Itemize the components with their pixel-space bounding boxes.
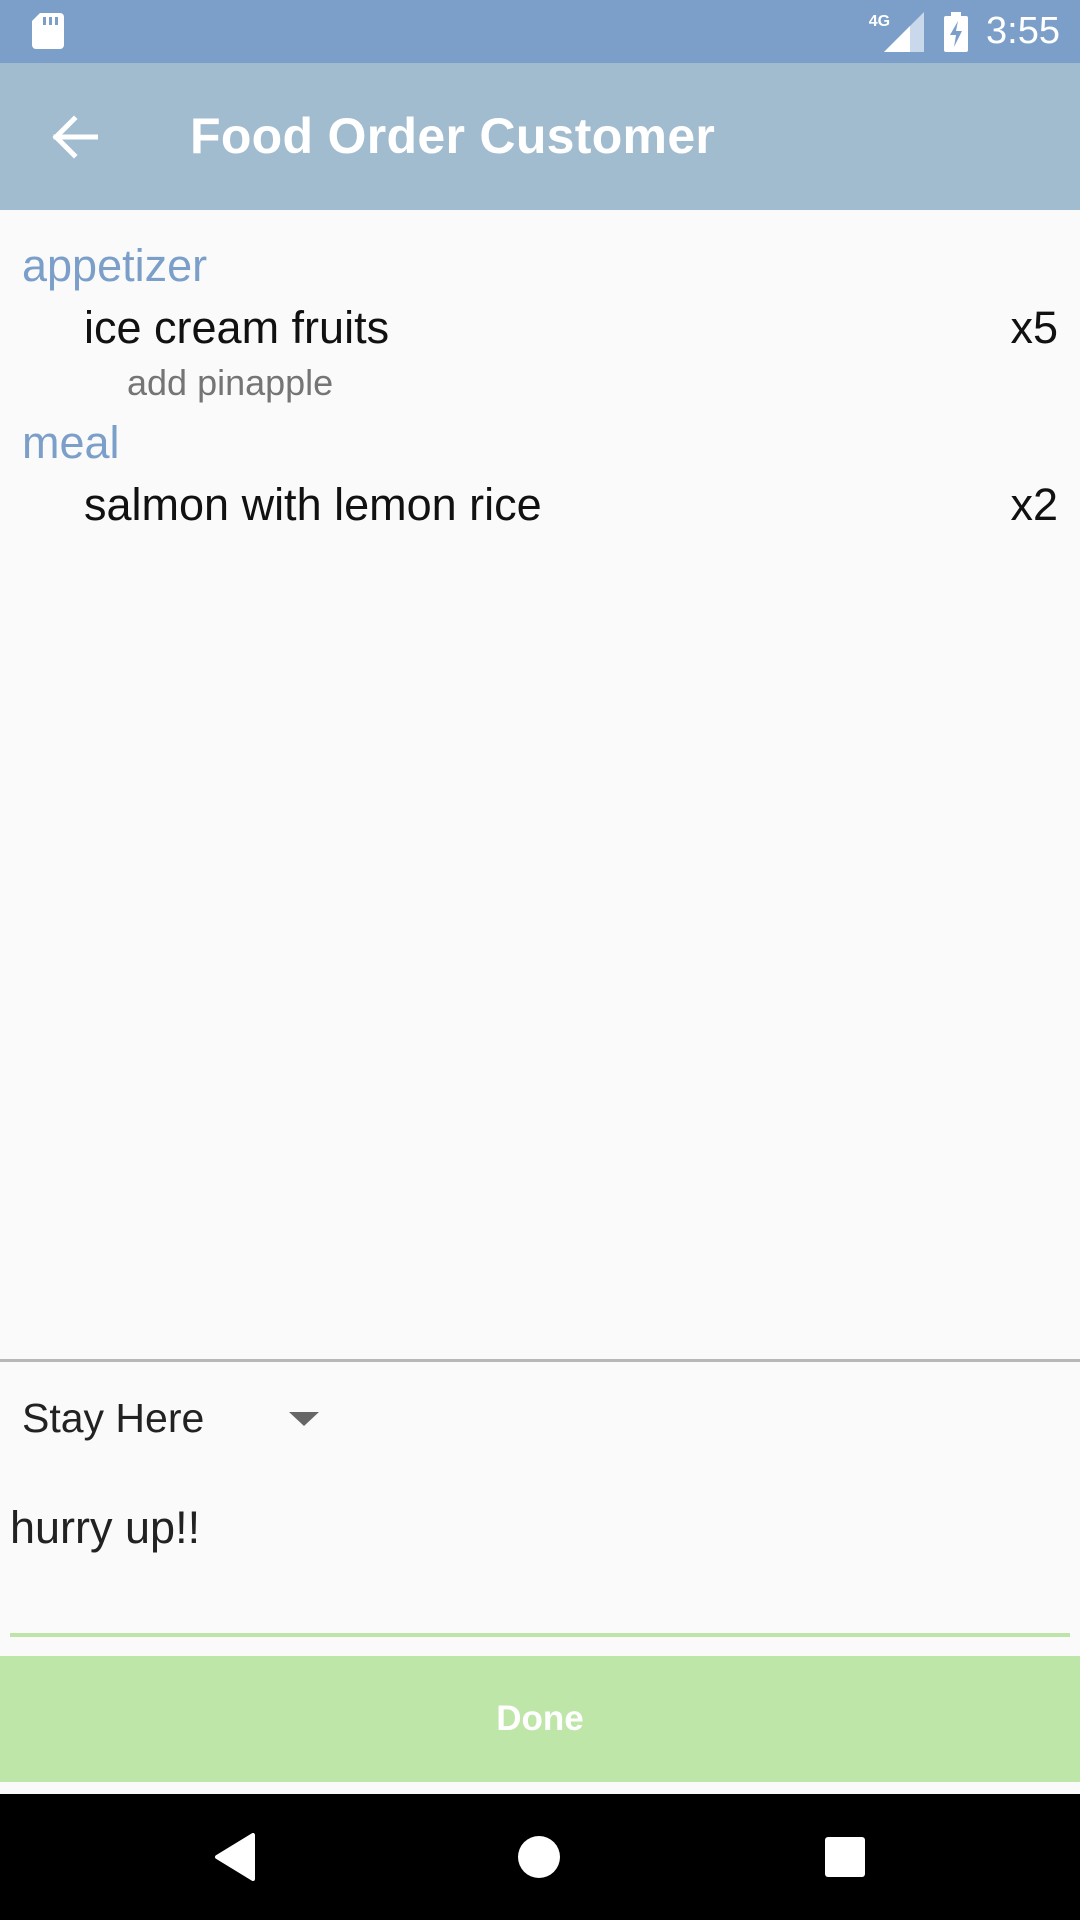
- category-header-meal: meal: [22, 417, 120, 468]
- clock: 3:55: [986, 10, 1060, 52]
- back-button[interactable]: [34, 103, 114, 171]
- dine-option-value: Stay Here: [22, 1395, 205, 1441]
- sd-card-icon: [32, 13, 64, 49]
- done-button[interactable]: Done: [0, 1656, 1080, 1782]
- nav-recents-button[interactable]: [810, 1822, 880, 1892]
- recents-square-icon: [825, 1837, 865, 1877]
- status-bar: 4G 3:55: [0, 0, 1080, 63]
- input-underline: [10, 1633, 1070, 1637]
- comment-input-value: hurry up!!: [10, 1502, 201, 1553]
- category-header-appetizer: appetizer: [22, 240, 208, 291]
- back-triangle-icon: [215, 1833, 255, 1881]
- navigation-bar: [0, 1794, 1080, 1920]
- order-item-quantity: x5: [1010, 302, 1058, 353]
- order-item-name: salmon with lemon rice: [84, 479, 542, 530]
- divider: [0, 1359, 1080, 1362]
- order-item-note: add pinapple: [127, 362, 334, 403]
- nav-back-button[interactable]: [200, 1822, 270, 1892]
- order-item-quantity: x2: [1010, 479, 1058, 530]
- battery-charging-icon: [944, 11, 969, 52]
- done-button-label: Done: [496, 1699, 584, 1738]
- nav-home-button[interactable]: [504, 1822, 574, 1892]
- comment-input[interactable]: hurry up!!: [10, 1490, 1070, 1640]
- home-circle-icon: [518, 1836, 560, 1878]
- dropdown-arrow-icon: [289, 1412, 319, 1426]
- arrow-left-icon: [52, 115, 98, 159]
- order-item-name: ice cream fruits: [84, 302, 390, 353]
- network-type-label: 4G: [868, 12, 891, 30]
- dine-option-dropdown[interactable]: Stay Here: [0, 1375, 340, 1459]
- page-title: Food Order Customer: [190, 108, 716, 164]
- signal-icon: [884, 11, 925, 52]
- app-bar: Food Order Customer: [0, 63, 1080, 210]
